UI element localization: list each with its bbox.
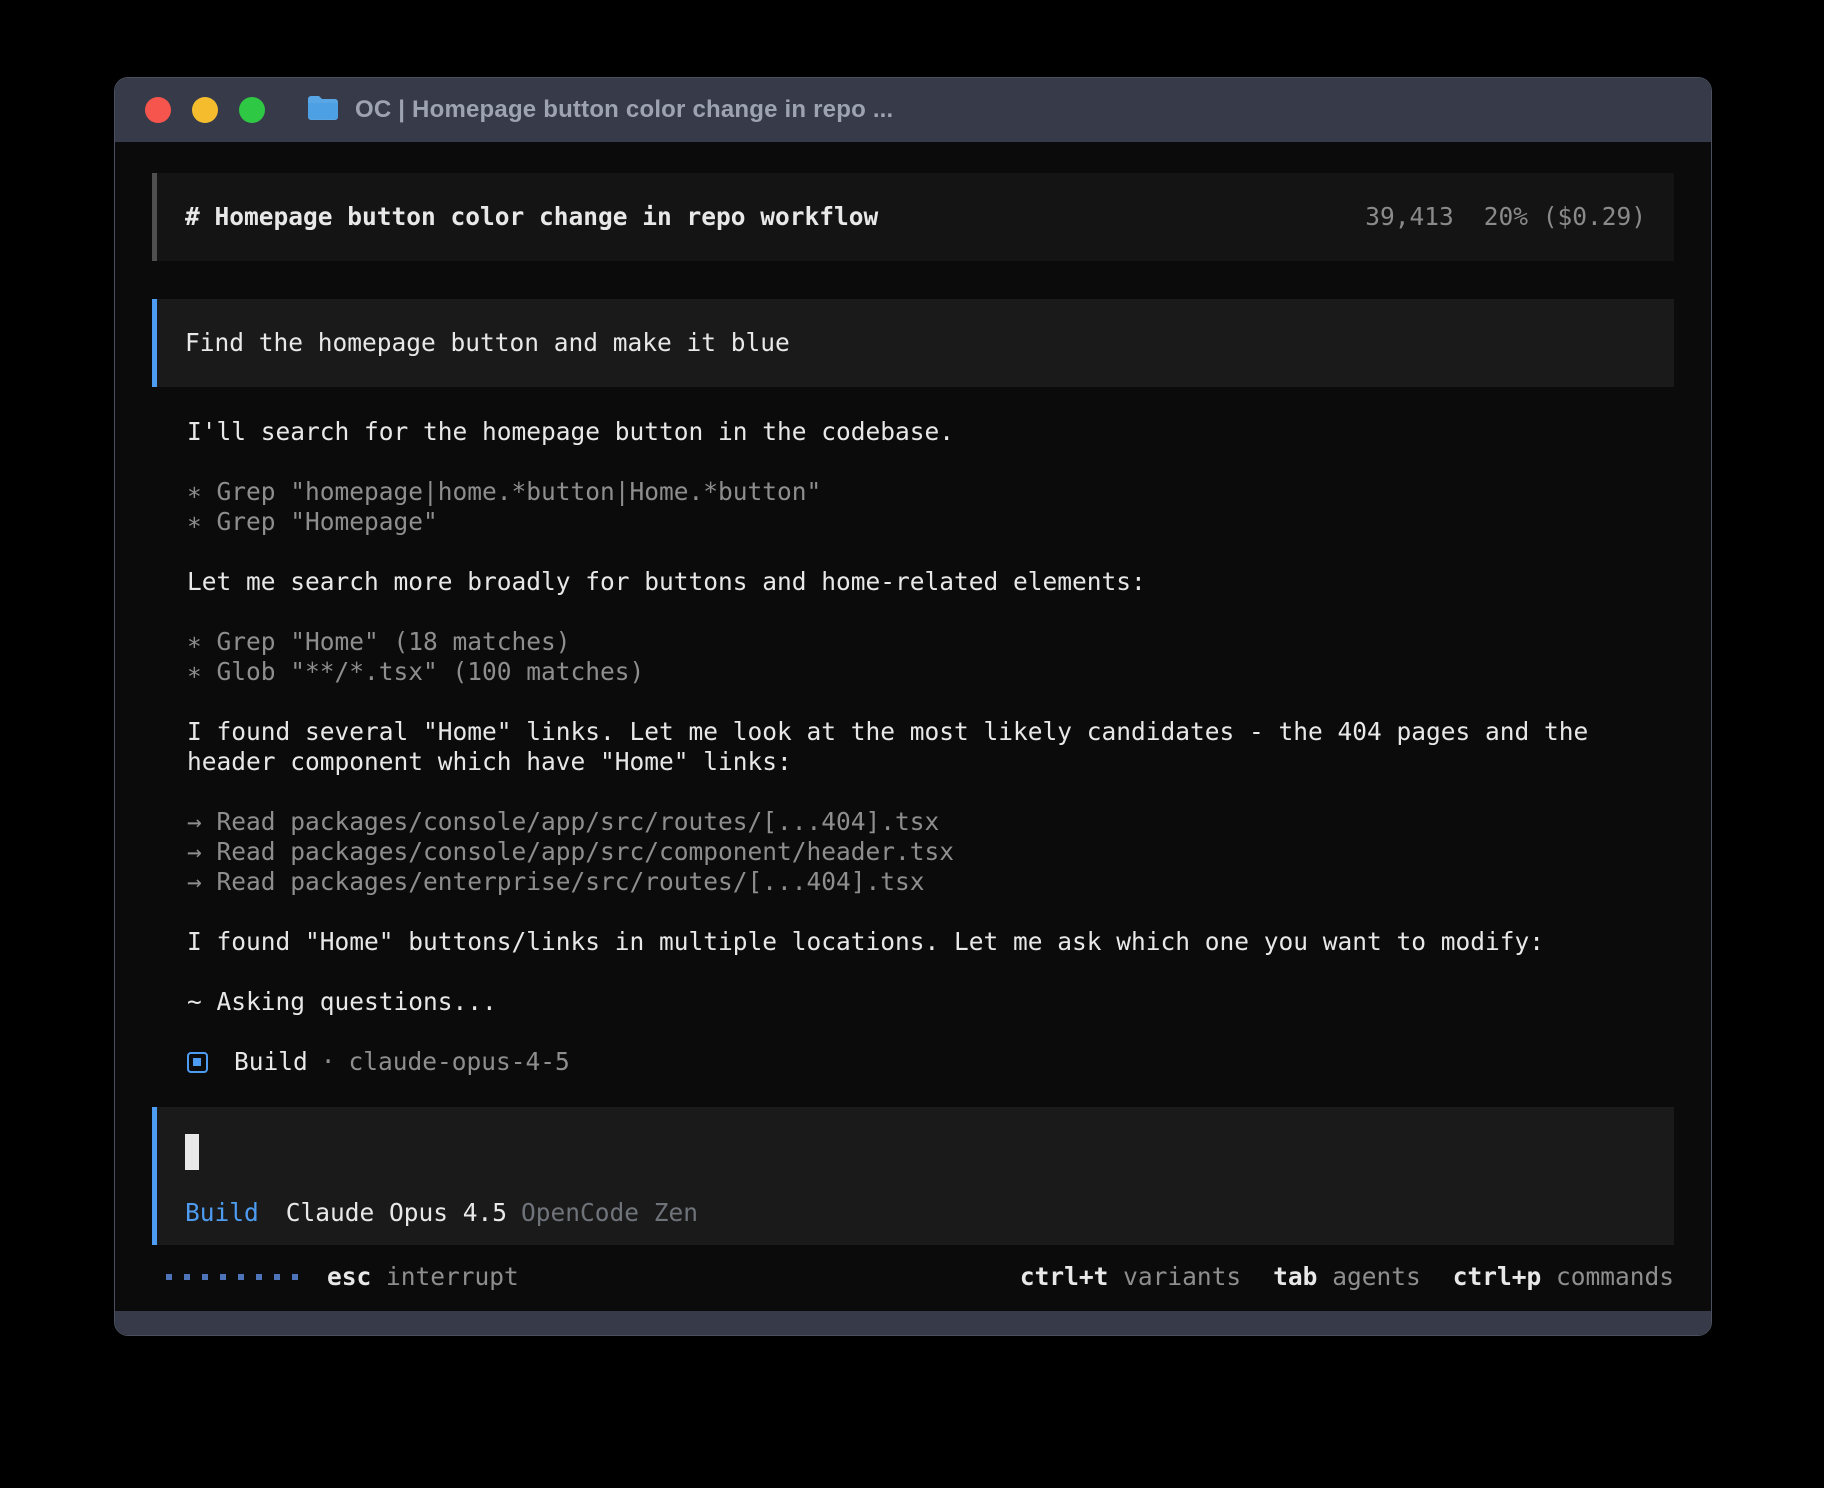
grep-tool-call: ∗ Grep "Home" (18 matches) <box>187 627 1674 657</box>
assistant-message: I found "Home" buttons/links in multiple… <box>187 927 1674 957</box>
assistant-message: Let me search more broadly for buttons a… <box>187 567 1674 597</box>
terminal-content: # Homepage button color change in repo w… <box>115 142 1711 1311</box>
folder-icon <box>306 94 340 126</box>
read-tool-call: → Read packages/console/app/src/routes/[… <box>187 807 1674 837</box>
session-header: # Homepage button color change in repo w… <box>152 173 1674 261</box>
commands-hint: ctrl+p commands <box>1453 1262 1674 1292</box>
app-window: OC | Homepage button color change in rep… <box>114 77 1712 1336</box>
status-bar-left: esc interrupt <box>166 1262 519 1292</box>
shortcut-key: tab <box>1273 1262 1317 1291</box>
grep-tool-call: ∗ Grep "Homepage" <box>187 507 1674 537</box>
context-usage: 20% ($0.29) <box>1484 202 1646 232</box>
zoom-button[interactable] <box>239 97 265 123</box>
prompt-provider-label: OpenCode Zen <box>521 1198 698 1228</box>
interrupt-hint: esc interrupt <box>327 1262 519 1292</box>
grep-tool-call: ∗ Grep "homepage|home.*button|Home.*butt… <box>187 477 1674 507</box>
assistant-message: I'll search for the homepage button in t… <box>187 417 1674 447</box>
window-title: OC | Homepage button color change in rep… <box>355 96 893 124</box>
shortcut-label: variants <box>1123 1262 1241 1291</box>
prompt-agent-label[interactable]: Build <box>185 1198 259 1228</box>
prompt-meta: Build Claude Opus 4.5 OpenCode Zen <box>185 1198 698 1228</box>
shortcut-label: agents <box>1332 1262 1421 1291</box>
user-message-text: Find the homepage button and make it blu… <box>185 328 790 358</box>
glob-tool-call: ∗ Glob "**/*.tsx" (100 matches) <box>187 657 1674 687</box>
status-bar: esc interrupt ctrl+t variants tab agents… <box>152 1260 1674 1294</box>
shortcut-key: ctrl+t <box>1020 1262 1109 1291</box>
minimize-button[interactable] <box>192 97 218 123</box>
session-title: # Homepage button color change in repo w… <box>185 202 878 232</box>
window-titlebar[interactable]: OC | Homepage button color change in rep… <box>115 78 1711 142</box>
transcript: I'll search for the homepage button in t… <box>187 417 1674 1107</box>
read-tool-call: → Read packages/console/app/src/componen… <box>187 837 1674 867</box>
status-bar-right: ctrl+t variants tab agents ctrl+p comman… <box>988 1262 1674 1292</box>
shortcut-label: commands <box>1556 1262 1674 1291</box>
token-count: 39,413 <box>1365 202 1454 232</box>
text-cursor <box>185 1134 199 1170</box>
prompt-input[interactable]: Build Claude Opus 4.5 OpenCode Zen <box>152 1107 1674 1245</box>
shortcut-label: interrupt <box>386 1262 519 1291</box>
shortcut-key: esc <box>327 1262 371 1291</box>
assistant-message: I found several "Home" links. Let me loo… <box>187 717 1674 777</box>
close-button[interactable] <box>145 97 171 123</box>
session-stats: 39,413 20% ($0.29) <box>1365 202 1646 232</box>
model-name: claude-opus-4-5 <box>349 1047 570 1077</box>
window-footer <box>115 1311 1711 1335</box>
prompt-model-label[interactable]: Claude Opus 4.5 <box>286 1198 507 1228</box>
agent-name: Build <box>234 1047 308 1077</box>
build-agent-icon <box>187 1052 208 1073</box>
variants-hint: ctrl+t variants <box>1020 1262 1241 1292</box>
asking-questions-status: ~ Asking questions... <box>187 987 1674 1017</box>
user-message: Find the homepage button and make it blu… <box>152 299 1674 387</box>
shortcut-key: ctrl+p <box>1453 1262 1542 1291</box>
agent-status-line: Build · claude-opus-4-5 <box>187 1047 1674 1077</box>
read-tool-call: → Read packages/enterprise/src/routes/[.… <box>187 867 1674 897</box>
separator-dot: · <box>321 1047 336 1077</box>
agents-hint: tab agents <box>1273 1262 1421 1292</box>
spinner-dots <box>166 1274 310 1280</box>
desktop-background: { "window": { "title": "OC | Homepage bu… <box>0 0 1824 1488</box>
